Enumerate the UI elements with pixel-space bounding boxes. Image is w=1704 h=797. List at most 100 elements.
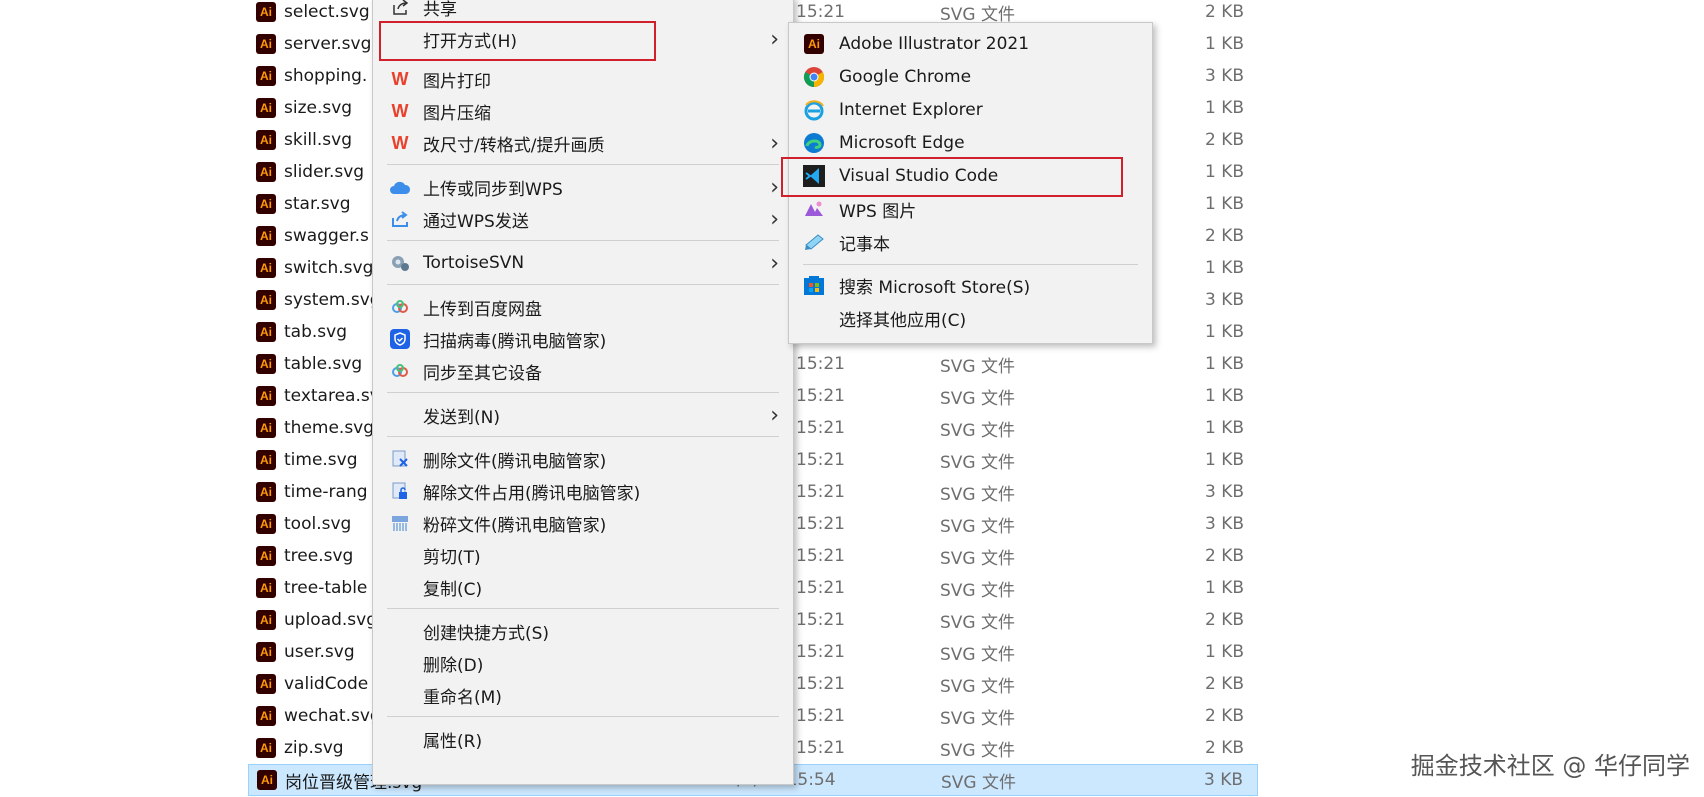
menu-item-wps-resize[interactable]: W 改尺寸/转格式/提升画质 › xyxy=(373,127,793,159)
menu-item-cut[interactable]: 剪切(T) xyxy=(373,539,793,571)
file-time: 15:21 xyxy=(796,418,845,438)
file-time: 15:21 xyxy=(796,546,845,566)
menu-item-wps-print[interactable]: W 图片打印 xyxy=(373,63,793,95)
file-type: SVG 文件 xyxy=(940,548,1015,569)
menu-item-properties[interactable]: 属性(R) xyxy=(373,723,793,755)
file-size: 1 KB xyxy=(1204,34,1244,54)
submenu-label-edge: Microsoft Edge xyxy=(839,133,965,153)
file-name: select.svg xyxy=(284,2,370,22)
file-time: 15:21 xyxy=(796,706,845,726)
chevron-right-icon: › xyxy=(770,206,779,232)
shield-icon xyxy=(389,328,411,350)
file-name: system.svg xyxy=(284,290,381,310)
submenu-label-illustrator: Adobe Illustrator 2021 xyxy=(839,34,1030,54)
submenu-item-chrome[interactable]: Google Chrome xyxy=(789,61,1152,93)
highlight-box-vscode xyxy=(781,157,1123,197)
file-name: swagger.s xyxy=(284,226,369,246)
menu-separator xyxy=(387,284,779,285)
menu-item-copy[interactable]: 复制(C) xyxy=(373,571,793,603)
file-type: SVG 文件 xyxy=(940,676,1015,697)
menu-item-unlock-file-tx[interactable]: 解除文件占用(腾讯电脑管家) xyxy=(373,475,793,507)
file-size: 1 KB xyxy=(1204,642,1244,662)
illustrator-file-icon: Ai xyxy=(256,514,276,534)
menu-label-sync-devices: 同步至其它设备 xyxy=(423,363,542,384)
illustrator-file-icon: Ai xyxy=(256,546,276,566)
file-size: 2 KB xyxy=(1204,2,1244,22)
baidu-netdisk-icon xyxy=(389,360,411,382)
illustrator-file-icon: Ai xyxy=(256,450,276,470)
wps-icon: W xyxy=(391,132,409,153)
file-name: star.svg xyxy=(284,194,351,214)
illustrator-file-icon: Ai xyxy=(256,258,276,278)
file-size: 1 KB xyxy=(1204,578,1244,598)
menu-item-baidu-upload[interactable]: 上传到百度网盘 xyxy=(373,291,793,323)
file-time: 15:21 xyxy=(796,674,845,694)
menu-item-send-to[interactable]: 发送到(N) › xyxy=(373,399,793,431)
illustrator-file-icon: Ai xyxy=(257,770,277,790)
edge-icon xyxy=(803,132,825,154)
file-time: 15:21 xyxy=(796,642,845,662)
illustrator-file-icon: Ai xyxy=(256,290,276,310)
menu-item-create-shortcut[interactable]: 创建快捷方式(S) xyxy=(373,615,793,647)
submenu-label-wps-image: WPS 图片 xyxy=(839,201,917,222)
menu-label-tortoisesvn: TortoiseSVN xyxy=(423,253,525,273)
submenu-item-notepad[interactable]: 记事本 xyxy=(789,226,1152,258)
file-name: time-rang xyxy=(284,482,368,502)
illustrator-file-icon: Ai xyxy=(256,162,276,182)
illustrator-file-icon: Ai xyxy=(256,226,276,246)
submenu-item-wps-image[interactable]: WPS 图片 xyxy=(789,193,1152,225)
file-name: size.svg xyxy=(284,98,353,118)
file-size: 3 KB xyxy=(1203,770,1243,790)
menu-label-delete: 删除(D) xyxy=(423,655,484,676)
wps-icon: W xyxy=(391,100,409,121)
file-unlock-icon xyxy=(389,480,411,502)
illustrator-file-icon: Ai xyxy=(256,98,276,118)
microsoft-store-icon xyxy=(803,274,825,296)
menu-separator xyxy=(387,436,779,437)
file-type: SVG 文件 xyxy=(940,740,1015,761)
file-name: time.svg xyxy=(284,450,358,470)
menu-item-delete-file-tx[interactable]: 删除文件(腾讯电脑管家) xyxy=(373,443,793,475)
chevron-right-icon: › xyxy=(770,174,779,200)
file-name: user.svg xyxy=(284,642,355,662)
file-name: shopping. xyxy=(284,66,368,86)
submenu-item-edge[interactable]: Microsoft Edge xyxy=(789,127,1152,159)
menu-item-wps-compress[interactable]: W 图片压缩 xyxy=(373,95,793,127)
menu-label-scan-virus: 扫描病毒(腾讯电脑管家) xyxy=(423,331,607,352)
file-type: SVG 文件 xyxy=(940,484,1015,505)
file-type: SVG 文件 xyxy=(940,4,1015,25)
menu-item-tortoisesvn[interactable]: TortoiseSVN › xyxy=(373,247,793,279)
submenu-item-illustrator[interactable]: Ai Adobe Illustrator 2021 xyxy=(789,28,1152,60)
open-with-submenu: Ai Adobe Illustrator 2021 Google Chrome … xyxy=(781,22,1153,344)
context-menu: 共享 打开方式(H) › W 图片打印 W 图片压缩 W 改尺寸/转格式/提升画… xyxy=(372,0,794,785)
menu-label-wps-resize: 改尺寸/转格式/提升画质 xyxy=(423,135,605,156)
menu-label-send-to: 发送到(N) xyxy=(423,407,500,428)
menu-item-share[interactable]: 共享 xyxy=(373,0,793,23)
menu-item-send-wps[interactable]: 通过WPS发送 › xyxy=(373,203,793,235)
file-name: switch.svg xyxy=(284,258,374,278)
file-name: slider.svg xyxy=(284,162,365,182)
file-time: 15:21 xyxy=(796,2,845,22)
menu-label-share: 共享 xyxy=(423,0,457,20)
menu-item-delete[interactable]: 删除(D) xyxy=(373,647,793,679)
file-name: server.svg xyxy=(284,34,372,54)
illustrator-file-icon: Ai xyxy=(256,322,276,342)
menu-item-scan-virus[interactable]: 扫描病毒(腾讯电脑管家) xyxy=(373,323,793,355)
menu-item-shred-file-tx[interactable]: 粉碎文件(腾讯电脑管家) xyxy=(373,507,793,539)
file-size: 1 KB xyxy=(1204,386,1244,406)
illustrator-file-icon: Ai xyxy=(256,354,276,374)
file-size: 1 KB xyxy=(1204,98,1244,118)
file-time: 15:21 xyxy=(796,354,845,374)
submenu-item-other[interactable]: 选择其他应用(C) xyxy=(789,302,1152,334)
submenu-item-ie[interactable]: Internet Explorer xyxy=(789,94,1152,126)
menu-item-rename[interactable]: 重命名(M) xyxy=(373,679,793,711)
submenu-item-store[interactable]: 搜索 Microsoft Store(S) xyxy=(789,269,1152,301)
menu-item-sync-devices[interactable]: 同步至其它设备 xyxy=(373,355,793,387)
file-time: 15:21 xyxy=(796,578,845,598)
menu-label-create-shortcut: 创建快捷方式(S) xyxy=(423,623,550,644)
file-size: 3 KB xyxy=(1204,290,1244,310)
file-type: SVG 文件 xyxy=(940,420,1015,441)
file-name: zip.svg xyxy=(284,738,344,758)
file-type: SVG 文件 xyxy=(940,708,1015,729)
menu-item-upload-wps[interactable]: 上传或同步到WPS › xyxy=(373,171,793,203)
